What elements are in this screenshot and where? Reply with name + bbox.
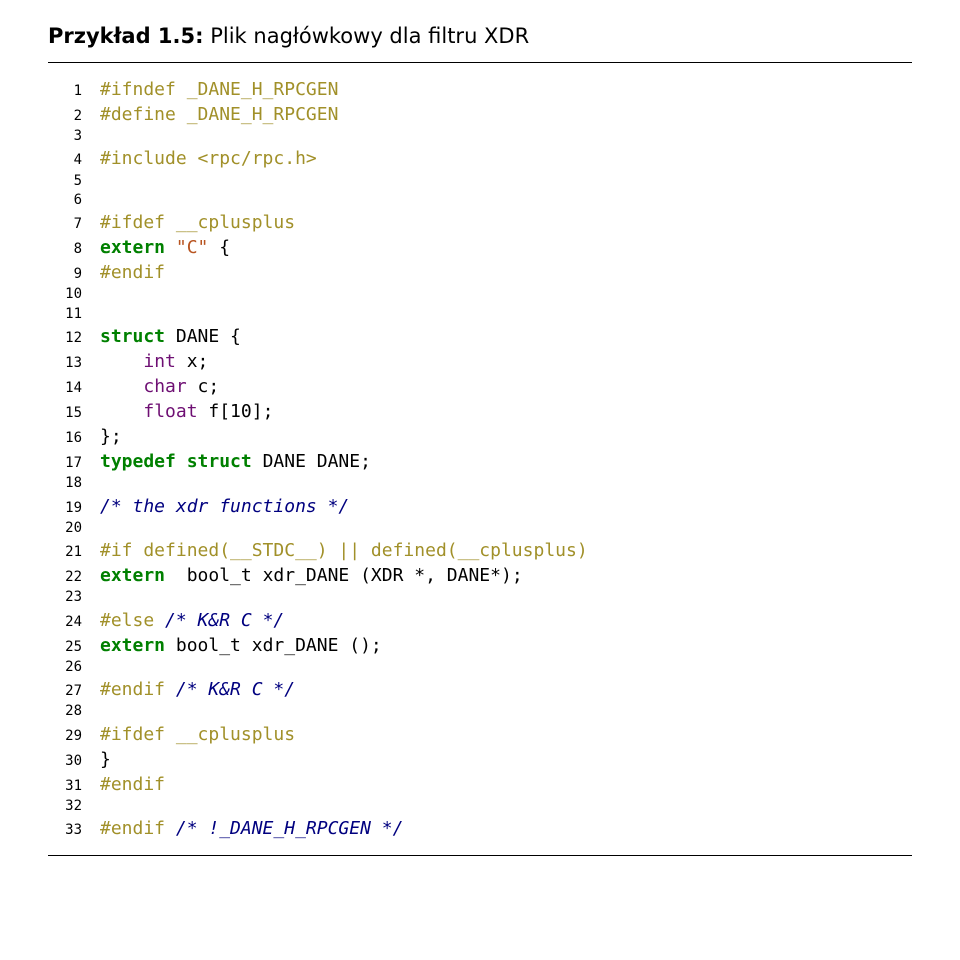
code-line: 3	[48, 127, 912, 146]
line-number: 15	[48, 404, 82, 423]
code-listing: 1 #ifndef _DANE_H_RPCGEN 2 #define _DANE_H_…	[48, 77, 912, 841]
code-content: extern "C" {	[100, 235, 230, 260]
line-number: 11	[48, 305, 82, 324]
code-line: 29 #ifdef __cplusplus	[48, 722, 912, 747]
code-content: #include <rpc/rpc.h>	[100, 146, 317, 171]
code-content: float f[10];	[100, 399, 273, 424]
code-line: 22 extern bool_t xdr_DANE (XDR *, DANE*);	[48, 563, 912, 588]
code-line: 13 int x;	[48, 349, 912, 374]
code-content: };	[100, 424, 122, 449]
line-number: 19	[48, 499, 82, 518]
code-line: 6	[48, 191, 912, 210]
top-rule	[48, 62, 912, 63]
code-line: 21 #if defined(__STDC__) || defined(__cpl…	[48, 538, 912, 563]
code-line: 19 /* the xdr functions */	[48, 494, 912, 519]
code-content: typedef struct DANE DANE;	[100, 449, 371, 474]
code-line: 18	[48, 474, 912, 493]
line-number: 8	[48, 240, 82, 259]
code-line: 26	[48, 658, 912, 677]
line-number: 22	[48, 568, 82, 587]
line-number: 2	[48, 107, 82, 126]
line-number: 26	[48, 658, 82, 677]
bottom-rule	[48, 855, 912, 856]
code-content: #define _DANE_H_RPCGEN	[100, 102, 338, 127]
line-number: 6	[48, 191, 82, 210]
code-line: 2 #define _DANE_H_RPCGEN	[48, 102, 912, 127]
code-line: 27 #endif /* K&R C */	[48, 677, 912, 702]
line-number: 29	[48, 727, 82, 746]
listing-description: Plik nagłówkowy dla filtru XDR	[210, 24, 529, 48]
listing-label: Przykład 1.5:	[48, 24, 204, 48]
code-line: 9 #endif	[48, 260, 912, 285]
line-number: 21	[48, 543, 82, 562]
code-content: #endif /* K&R C */	[100, 677, 295, 702]
line-number: 16	[48, 429, 82, 448]
code-content: extern bool_t xdr_DANE (XDR *, DANE*);	[100, 563, 523, 588]
code-content: }	[100, 747, 111, 772]
line-number: 32	[48, 797, 82, 816]
line-number: 28	[48, 702, 82, 721]
code-content: #else /* K&R C */	[100, 608, 284, 633]
line-number: 24	[48, 613, 82, 632]
line-number: 10	[48, 285, 82, 304]
line-number: 20	[48, 519, 82, 538]
page: Przykład 1.5: Plik nagłówkowy dla filtru…	[0, 0, 960, 880]
code-line: 7 #ifdef __cplusplus	[48, 210, 912, 235]
line-number: 27	[48, 682, 82, 701]
line-number: 17	[48, 454, 82, 473]
line-number: 18	[48, 474, 82, 493]
code-line: 33 #endif /* !_DANE_H_RPCGEN */	[48, 816, 912, 841]
code-line: 11	[48, 305, 912, 324]
code-line: 16};	[48, 424, 912, 449]
code-line: 31 #endif	[48, 772, 912, 797]
code-content: char c;	[100, 374, 219, 399]
code-content: #ifdef __cplusplus	[100, 210, 295, 235]
line-number: 33	[48, 821, 82, 840]
code-line: 8 extern "C" {	[48, 235, 912, 260]
code-line: 24 #else /* K&R C */	[48, 608, 912, 633]
line-number: 1	[48, 82, 82, 101]
code-content: /* the xdr functions */	[100, 494, 349, 519]
line-number: 30	[48, 752, 82, 771]
line-number: 4	[48, 151, 82, 170]
code-content: struct DANE {	[100, 324, 241, 349]
listing-title: Przykład 1.5: Plik nagłówkowy dla filtru…	[48, 24, 912, 48]
code-content: int x;	[100, 349, 208, 374]
code-content: #endif /* !_DANE_H_RPCGEN */	[100, 816, 403, 841]
line-number: 31	[48, 777, 82, 796]
line-number: 5	[48, 172, 82, 191]
line-number: 9	[48, 265, 82, 284]
code-content: extern bool_t xdr_DANE ();	[100, 633, 382, 658]
code-content: #if defined(__STDC__) || defined(__cplus…	[100, 538, 588, 563]
code-line: 14 char c;	[48, 374, 912, 399]
code-content: #endif	[100, 260, 165, 285]
line-number: 23	[48, 588, 82, 607]
line-number: 13	[48, 354, 82, 373]
code-line: 32	[48, 797, 912, 816]
code-content: #ifdef __cplusplus	[100, 722, 295, 747]
code-line: 28	[48, 702, 912, 721]
code-content: #endif	[100, 772, 165, 797]
code-line: 25 extern bool_t xdr_DANE ();	[48, 633, 912, 658]
line-number: 14	[48, 379, 82, 398]
code-line: 23	[48, 588, 912, 607]
line-number: 25	[48, 638, 82, 657]
line-number: 7	[48, 215, 82, 234]
code-content: #ifndef _DANE_H_RPCGEN	[100, 77, 338, 102]
code-line: 10	[48, 285, 912, 304]
code-line: 17 typedef struct DANE DANE;	[48, 449, 912, 474]
code-line: 1 #ifndef _DANE_H_RPCGEN	[48, 77, 912, 102]
line-number: 3	[48, 127, 82, 146]
code-line: 5	[48, 172, 912, 191]
code-line: 30}	[48, 747, 912, 772]
code-line: 4 #include <rpc/rpc.h>	[48, 146, 912, 171]
line-number: 12	[48, 329, 82, 348]
code-line: 15 float f[10];	[48, 399, 912, 424]
code-line: 20	[48, 519, 912, 538]
code-line: 12 struct DANE {	[48, 324, 912, 349]
